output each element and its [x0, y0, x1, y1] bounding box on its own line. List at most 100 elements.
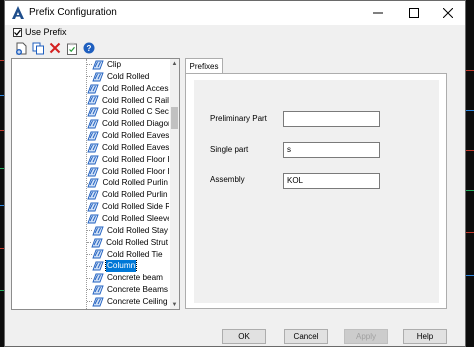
preliminary-part-label: Preliminary Part — [210, 114, 267, 123]
use-prefix-checkbox[interactable]: Use Prefix — [13, 27, 67, 37]
tree-item[interactable]: Concrete Beams — [87, 284, 169, 296]
tree-item-label: Cold Rolled Eaves B — [102, 142, 169, 152]
tree-item-label: Cold Rolled Eaves B — [102, 131, 169, 141]
tree-item[interactable]: Cold Rolled Eaves B — [87, 130, 169, 142]
tree-item-label: Cold Rolled Purlin — [102, 178, 168, 188]
apply-button[interactable]: Apply — [344, 329, 388, 344]
single-part-field[interactable]: s — [283, 142, 380, 158]
beam-profile-icon — [92, 297, 104, 307]
minimize-button[interactable] — [361, 1, 395, 25]
beam-profile-icon — [87, 202, 99, 212]
new-item-icon — [15, 42, 26, 55]
tree-item[interactable]: Cold Rolled Tie — [87, 249, 169, 261]
tree-item[interactable]: Cold Rolled C Rail — [87, 95, 169, 107]
clipboard-button[interactable] — [65, 41, 79, 55]
prefix-fields-group: Preliminary Part Single part s Assembly … — [194, 80, 439, 303]
ok-button[interactable]: OK — [222, 329, 266, 344]
tree-item[interactable]: Cold Rolled C Sectio — [87, 106, 169, 118]
maximize-icon — [409, 8, 419, 18]
tree-item[interactable]: Cold Rolled Floor Be — [87, 166, 169, 178]
beam-profile-icon — [87, 143, 99, 153]
close-button[interactable] — [431, 1, 465, 25]
title-bar: Prefix Configuration — [5, 1, 465, 25]
tree-item[interactable]: Cold Rolled Sleeve — [87, 213, 169, 225]
tree-item-label: Concrete Ceiling — [107, 296, 168, 306]
scroll-down-arrow[interactable]: ▼ — [170, 300, 179, 309]
beam-profile-icon — [87, 96, 99, 105]
beam-profile-icon — [87, 84, 99, 94]
beam-profile-icon — [87, 214, 99, 224]
window-title: Prefix Configuration — [29, 7, 117, 18]
tree-item-label: Cold Rolled Strut — [106, 237, 168, 247]
new-item-button[interactable] — [14, 41, 28, 55]
tree-item[interactable]: Cold Rolled Eaves B — [87, 142, 169, 154]
tree-item[interactable]: Cold Rolled Accesso — [87, 83, 169, 95]
tree-item-label: Cold Rolled C Rail — [102, 95, 169, 105]
background-right-strip — [466, 0, 474, 347]
tree-item[interactable]: Concrete Foundatio — [87, 308, 169, 310]
use-prefix-label: Use Prefix — [25, 27, 67, 37]
beam-profile-icon — [92, 273, 104, 283]
tree-item-label: Cold Rolled Accesso — [102, 83, 169, 93]
tree-item[interactable]: Cold Rolled Purlin — [87, 177, 169, 189]
copy-button[interactable] — [31, 41, 45, 55]
tab-prefixes[interactable]: Prefixes — [185, 58, 223, 73]
beam-profile-icon — [92, 60, 104, 70]
tree-item-label: Concrete Foundatio — [101, 308, 169, 310]
tree-item[interactable]: Cold Rolled Side Ra — [87, 201, 169, 213]
maximize-button[interactable] — [397, 1, 431, 25]
beam-profile-icon — [87, 155, 99, 165]
copy-icon — [32, 42, 44, 54]
delete-icon — [49, 42, 61, 54]
beam-profile-icon — [87, 178, 100, 188]
prefix-configuration-dialog: Prefix Configuration Use Prefix ? Clip C… — [4, 0, 466, 347]
delete-button[interactable] — [48, 41, 62, 55]
tree-item-label: Cold Rolled Floor Be — [102, 154, 169, 164]
preliminary-part-field[interactable] — [283, 111, 380, 127]
checkbox-box[interactable] — [13, 27, 22, 37]
assembly-field[interactable]: KOL — [283, 173, 380, 189]
beam-profile-icon — [87, 190, 99, 200]
tree-item[interactable]: Concrete Ceiling — [87, 296, 169, 308]
tree-item[interactable]: Column — [87, 260, 169, 273]
beam-profile-icon — [92, 249, 104, 259]
tree-item[interactable]: Cold Rolled Floor Be — [87, 154, 169, 166]
tree-item-label: Cold Rolled Diagona — [102, 119, 169, 129]
help-icon: ? — [83, 42, 95, 54]
beam-profile-icon — [87, 309, 99, 310]
beam-profile-icon — [87, 131, 99, 141]
minimize-icon — [373, 12, 383, 14]
cancel-button[interactable]: Cancel — [284, 329, 328, 344]
tree-item-label: Concrete Beams — [107, 285, 168, 295]
single-part-label: Single part — [210, 145, 249, 154]
help-icon-button[interactable]: ? — [82, 41, 96, 55]
assembly-label: Assembly — [210, 175, 245, 184]
tree-item[interactable]: Clip — [87, 59, 169, 71]
beam-profile-icon — [91, 238, 103, 248]
prefixes-panel: Preliminary Part Single part s Assembly … — [185, 73, 447, 309]
help-button[interactable]: Help — [403, 329, 447, 344]
beam-profile-icon — [92, 285, 104, 295]
scroll-up-arrow[interactable]: ▲ — [170, 59, 179, 68]
tree-item-label: Cold Rolled Stay — [107, 225, 168, 235]
tree-item-label: Cold Rolled — [107, 71, 150, 81]
tree-scrollbar[interactable]: ▲ ▼ — [170, 59, 179, 309]
tree-item[interactable]: Concrete beam — [87, 272, 169, 284]
tree-item[interactable]: Cold Rolled Stay — [87, 225, 169, 237]
tree-item[interactable]: Cold Rolled Purlin C — [87, 189, 169, 201]
tree-item-label: Cold Rolled Side Ra — [102, 202, 169, 212]
tree-item-label: Cold Rolled Sleeve — [102, 213, 169, 223]
tree-item[interactable]: Cold Rolled Diagona — [87, 118, 169, 130]
scroll-thumb[interactable] — [171, 107, 178, 129]
profile-tree[interactable]: Clip Cold Rolled Cold Rolled Accesso Cold R… — [11, 58, 180, 310]
autocad-letter-a-icon — [12, 6, 24, 19]
tree-item-label: Clip — [107, 60, 122, 69]
tree-item-label: Cold Rolled Floor Be — [102, 166, 169, 176]
close-icon — [443, 8, 453, 18]
tree-item[interactable]: Cold Rolled Strut — [87, 237, 169, 249]
tree-item-label: Concrete beam — [107, 273, 163, 283]
beam-profile-icon — [92, 261, 104, 271]
tree-item[interactable]: Cold Rolled — [87, 71, 169, 83]
tree-items: Clip Cold Rolled Cold Rolled Accesso Cold R… — [87, 59, 169, 310]
beam-profile-icon — [92, 72, 104, 82]
